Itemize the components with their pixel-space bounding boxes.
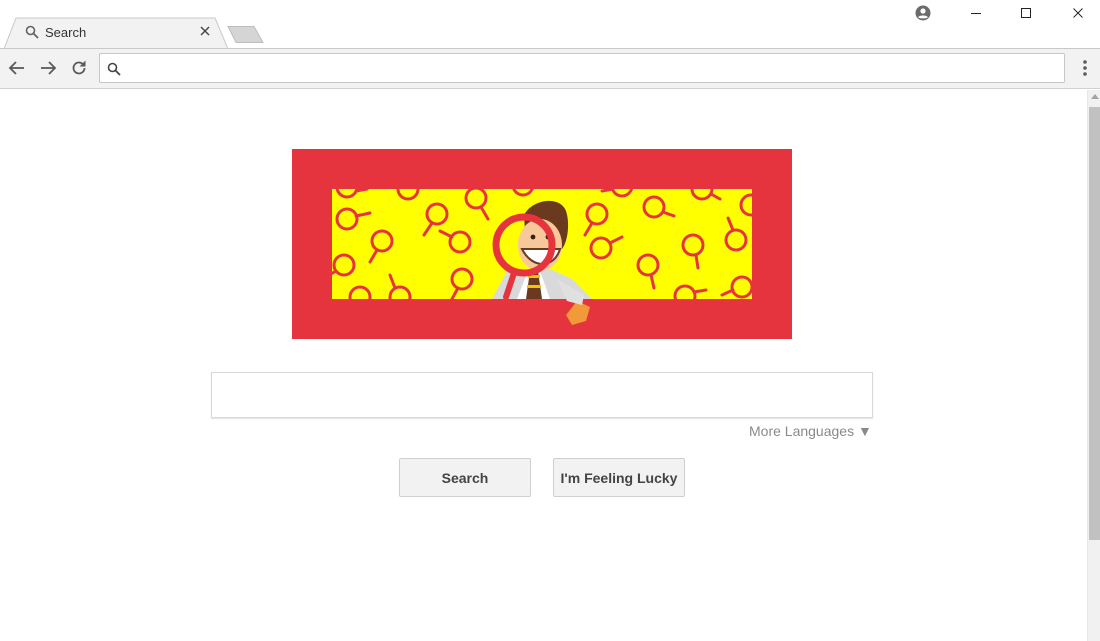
search-icon xyxy=(107,62,121,76)
search-input[interactable] xyxy=(212,373,872,417)
close-icon[interactable] xyxy=(1069,4,1087,22)
tab-title: Search xyxy=(45,25,87,40)
address-bar[interactable] xyxy=(99,53,1065,83)
arrow-left-icon[interactable] xyxy=(7,58,27,78)
scroll-up-arrow-icon[interactable] xyxy=(1091,94,1099,99)
minimize-icon[interactable] xyxy=(967,4,985,22)
new-tab-button[interactable] xyxy=(227,26,265,43)
arrow-right-icon[interactable] xyxy=(38,58,58,78)
title-bar: Search xyxy=(0,0,1100,49)
page-viewport: More Languages ▼ Search I'm Feeling Luck… xyxy=(0,90,1100,641)
search-logo-banner xyxy=(292,149,792,339)
search-box[interactable] xyxy=(211,372,873,418)
browser-toolbar xyxy=(0,49,1100,89)
maximize-icon[interactable] xyxy=(1017,4,1035,22)
scrollbar-thumb[interactable] xyxy=(1089,107,1100,540)
account-circle-icon[interactable] xyxy=(914,4,932,22)
vertical-scrollbar[interactable] xyxy=(1087,90,1100,641)
reload-icon[interactable] xyxy=(69,58,89,78)
search-icon xyxy=(25,25,39,39)
tab-search[interactable]: Search xyxy=(4,17,229,49)
more-languages-link[interactable]: More Languages ▼ xyxy=(749,423,872,439)
address-input[interactable] xyxy=(128,58,1048,78)
close-icon[interactable] xyxy=(199,25,211,37)
feeling-lucky-button[interactable]: I'm Feeling Lucky xyxy=(553,458,685,497)
search-button[interactable]: Search xyxy=(399,458,531,497)
more-vert-icon[interactable] xyxy=(1078,58,1092,78)
